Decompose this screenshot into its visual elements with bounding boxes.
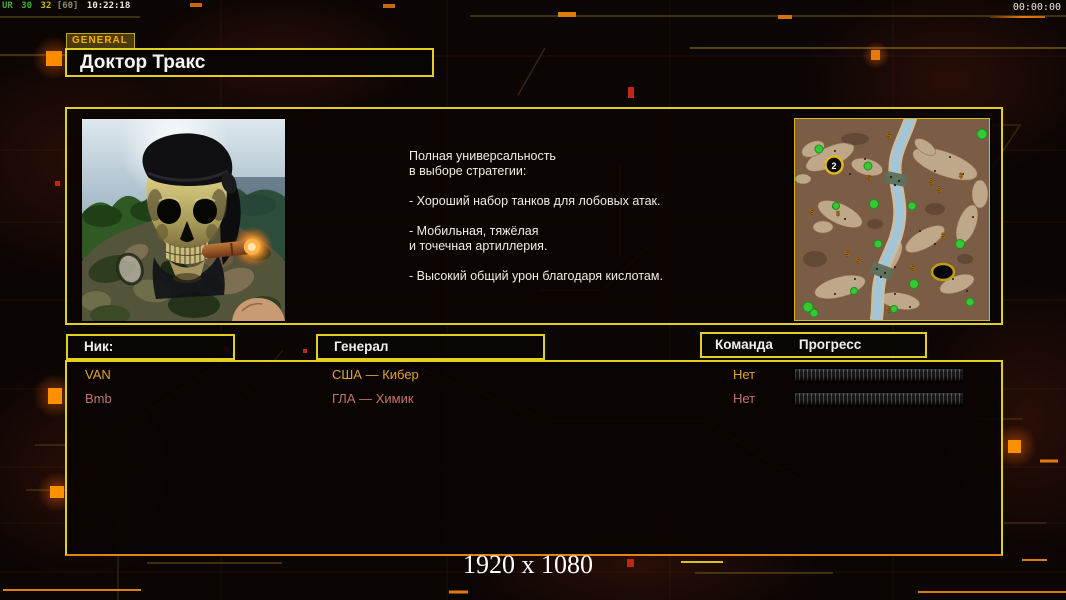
svg-text:2: 2 — [831, 161, 836, 171]
fps-cap: [60] — [56, 1, 79, 11]
column-header-team-progress: Команда Прогресс — [700, 332, 927, 358]
column-header-general: Генерал — [316, 334, 545, 360]
column-header-nick-label: Ник: — [84, 339, 114, 354]
column-header-nick: Ник: — [66, 334, 235, 360]
dr-thrax-portrait-image — [82, 119, 285, 321]
rate-value: 30 — [21, 1, 33, 11]
minimap-image: $ $ $ $ $ $ $ $ $ $ $ $ 2 — [795, 119, 989, 320]
connection-indicator: UR — [2, 1, 13, 11]
player-progress-bar — [795, 392, 963, 406]
game-lobby-screen: UR 30 32 [60] 10:22:18 00:00:00 GENERAL … — [0, 0, 1066, 600]
player-nick: Bmb — [85, 391, 112, 406]
general-name-title: Доктор Тракс — [65, 48, 434, 77]
player-nick: VAN — [85, 367, 111, 382]
players-panel: VAN США — Кибер Нет Bmb ГЛА — Химик Нет — [65, 360, 1003, 556]
player-row: Bmb ГЛА — Химик Нет — [67, 391, 1001, 411]
timer-underline-decoration — [990, 16, 1045, 18]
start-position-oval — [930, 262, 956, 282]
general-description: Полная универсальность в выборе стратеги… — [409, 149, 663, 283]
general-tab-label: GENERAL — [66, 33, 135, 48]
player-team: Нет — [733, 391, 756, 406]
column-header-team-label: Команда — [715, 337, 773, 352]
system-clock: 10:22:18 — [86, 1, 131, 11]
general-portrait — [81, 118, 286, 322]
player-progress-bar — [795, 368, 963, 382]
player-general: США — Кибер — [332, 367, 419, 382]
minimap: $ $ $ $ $ $ $ $ $ $ $ $ 2 — [794, 118, 990, 321]
gentool-debug-overlay: UR 30 32 [60] 10:22:18 — [2, 1, 133, 11]
resolution-label: 1920 x 1080 — [463, 550, 593, 579]
column-header-general-label: Генерал — [334, 339, 389, 354]
start-position-marker: 2 — [824, 155, 844, 175]
general-info-panel: Полная универсальность в выборе стратеги… — [65, 107, 1003, 325]
match-timer: 00:00:00 — [1012, 2, 1061, 13]
player-team: Нет — [733, 367, 756, 382]
player-row: VAN США — Кибер Нет — [67, 367, 1001, 387]
player-general: ГЛА — Химик — [332, 391, 414, 406]
fps-counter: 32 — [40, 1, 52, 11]
column-header-progress-label: Прогресс — [798, 337, 862, 352]
